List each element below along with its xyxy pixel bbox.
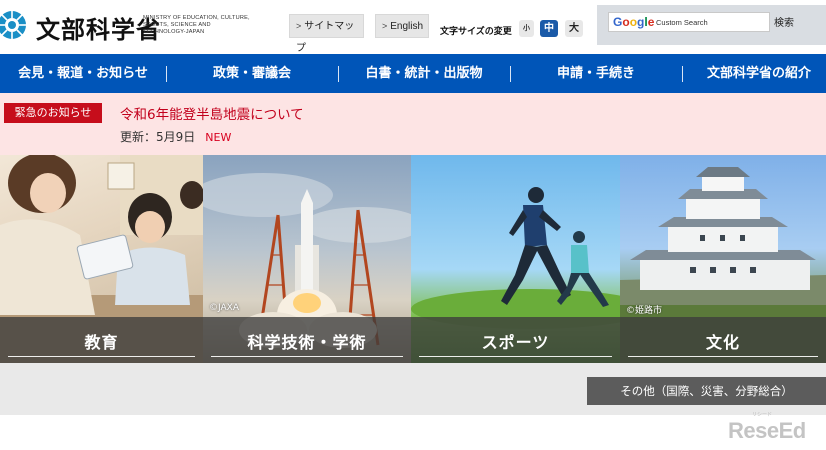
site-header: 文部科学省 MINISTRY OF EDUCATION, CULTURE, SP…: [0, 0, 826, 54]
tile-culture[interactable]: ©姫路市 文化: [620, 155, 826, 363]
notice-link[interactable]: 令和6年能登半島地震について: [120, 103, 304, 123]
mext-logo-icon[interactable]: [0, 4, 32, 46]
google-logo: Google: [613, 15, 655, 29]
search-button[interactable]: 検索: [774, 14, 794, 29]
tile-underline: [419, 356, 612, 357]
emergency-tag: 緊急のお知らせ: [4, 103, 102, 123]
sitemap-label: サイトマップ: [296, 21, 355, 54]
nav-item-press[interactable]: 会見・報道・お知らせ: [0, 54, 166, 93]
other-categories-button[interactable]: その他（国際、災害、分野総合）: [587, 377, 826, 405]
chevron-right-icon: >: [296, 21, 302, 31]
photo-credit: ©姫路市: [626, 306, 663, 316]
font-size-label: 文字サイズの変更: [440, 26, 512, 36]
global-nav: 会見・報道・お知らせ 政策・審議会 白書・統計・出版物 申請・手続き 文部科学省…: [0, 54, 826, 93]
tile-education[interactable]: 教育: [0, 155, 203, 363]
nav-item-publications[interactable]: 白書・統計・出版物: [338, 54, 510, 93]
chevron-right-icon: >: [382, 21, 388, 31]
tile-science[interactable]: ©JAXA 科学技術・学術: [203, 155, 411, 363]
tile-label-sports: スポーツ: [481, 333, 550, 352]
watermark-subtext: リシード: [752, 412, 773, 418]
nav-item-policy[interactable]: 政策・審議会: [166, 54, 338, 93]
english-label: English: [390, 21, 424, 32]
updated-date: 更新：5月9日: [120, 130, 196, 144]
sitemap-button[interactable]: > サイトマップ: [289, 14, 364, 54]
tile-sports[interactable]: スポーツ: [411, 155, 620, 363]
english-button[interactable]: > English: [375, 14, 429, 38]
category-tiles: 教育 ©JAXA 科学技術・学術 スポーツ ©姫路市 文化: [0, 155, 826, 363]
nav-item-about[interactable]: 文部科学省の紹介: [682, 54, 826, 93]
search-box: Google Custom Search 検索: [597, 5, 826, 45]
site-subtitle-en: MINISTRY OF EDUCATION, CULTURE, SPORTS, …: [143, 15, 250, 35]
nav-item-applications[interactable]: 申請・手続き: [510, 54, 682, 93]
tile-underline: [211, 356, 403, 357]
tile-label-culture: 文化: [705, 333, 740, 352]
font-size-medium-button[interactable]: 中: [540, 20, 558, 37]
emergency-notice: 緊急のお知らせ 令和6年能登半島地震について 更新：5月9日 NEW: [0, 93, 826, 155]
tile-label-education: 教育: [84, 333, 119, 352]
tile-label-science: 科学技術・学術: [247, 333, 367, 352]
reseed-watermark: ReseEd: [728, 418, 806, 443]
tile-underline: [628, 356, 818, 357]
new-badge: NEW: [205, 131, 232, 144]
search-placeholder: Custom Search: [656, 18, 708, 27]
notice-updated: 更新：5月9日 NEW: [120, 128, 231, 145]
tile-underline: [8, 356, 195, 357]
search-input[interactable]: Google Custom Search: [608, 12, 770, 32]
photo-credit: ©JAXA: [209, 303, 239, 313]
font-size-large-button[interactable]: 大: [565, 20, 583, 37]
font-size-small-button[interactable]: 小: [519, 20, 534, 37]
